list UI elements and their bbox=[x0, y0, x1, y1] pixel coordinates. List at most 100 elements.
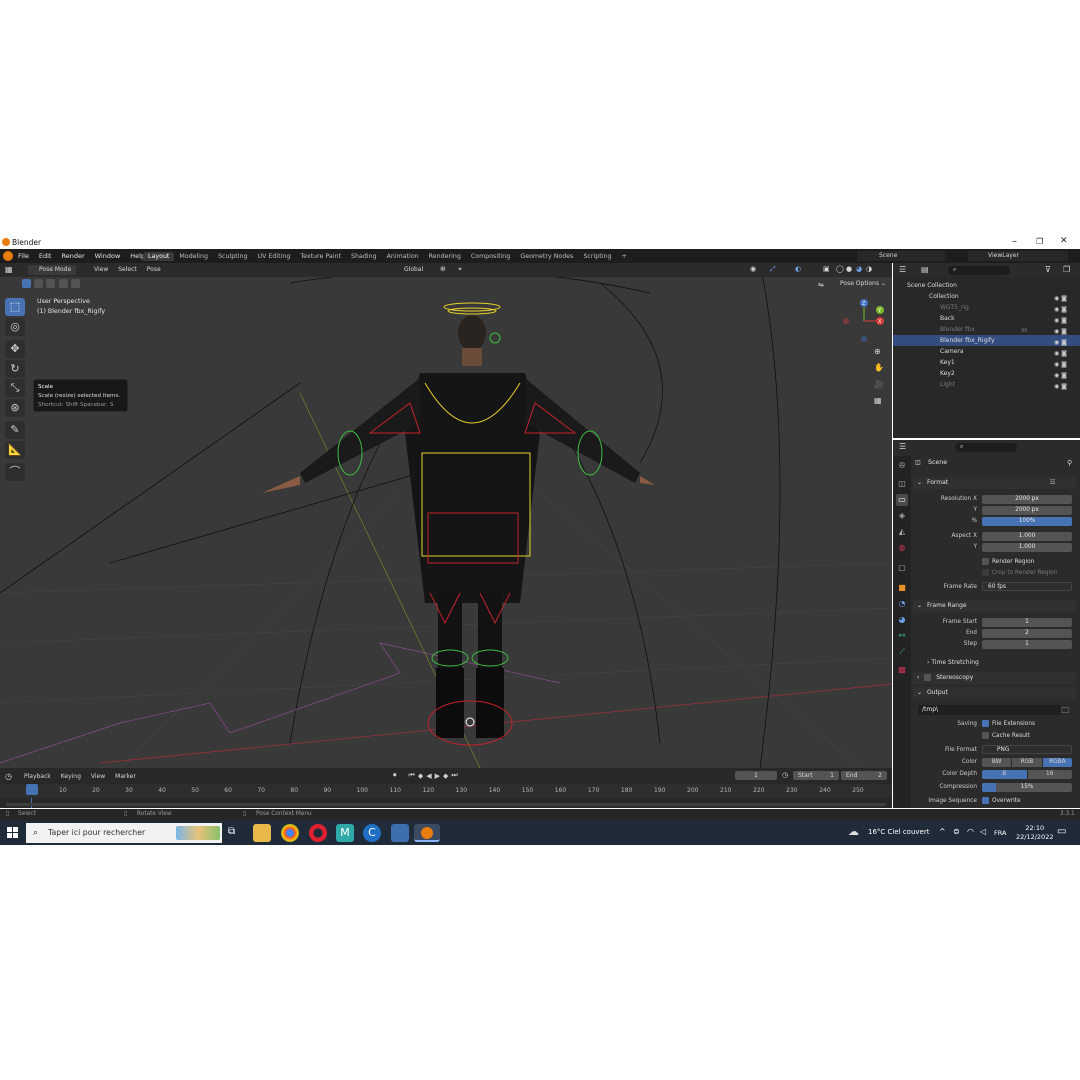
restore-icon[interactable]: ❐ bbox=[1036, 237, 1043, 246]
presets-icon[interactable]: ☷ bbox=[1050, 477, 1055, 489]
color-rgb-option[interactable]: RGB bbox=[1012, 758, 1042, 767]
opera-icon[interactable] bbox=[309, 824, 327, 842]
notifications-icon[interactable]: ▭ bbox=[1057, 826, 1066, 837]
pan-hand-icon[interactable]: ✋ bbox=[874, 363, 884, 372]
language-indicator[interactable]: FRA bbox=[994, 829, 1006, 837]
select-box-tool[interactable]: ⬚ bbox=[5, 298, 25, 316]
eye-icon[interactable]: ◉ ◙ bbox=[1054, 348, 1067, 359]
annotate-tool[interactable]: ✎ bbox=[5, 421, 25, 439]
tab-compositing[interactable]: Compositing bbox=[466, 252, 515, 261]
tab-rendering[interactable]: Rendering bbox=[424, 252, 466, 261]
play-reverse-icon[interactable]: ◀ bbox=[426, 772, 431, 780]
checkbox-icon[interactable] bbox=[924, 674, 932, 681]
data-tab-icon[interactable]: ⟋ bbox=[896, 646, 908, 658]
properties-editor-icon[interactable]: ☰ bbox=[899, 442, 906, 451]
menu-marker[interactable]: Marker bbox=[115, 773, 136, 780]
menu-render[interactable]: Render bbox=[61, 252, 84, 260]
snap-icon[interactable]: ⌖ bbox=[458, 265, 462, 274]
filter-icon[interactable]: ⊽ bbox=[1045, 265, 1051, 274]
current-frame-field[interactable]: 1 bbox=[735, 771, 777, 780]
outliner-item-key2[interactable]: Key2 bbox=[893, 368, 1080, 379]
eye-icon[interactable]: ◉ ◙ bbox=[1054, 370, 1067, 381]
menu-playback[interactable]: Playback bbox=[24, 773, 51, 780]
select-mode-extend-icon[interactable] bbox=[34, 279, 44, 288]
wireframe-shading-icon[interactable]: ◯ bbox=[836, 265, 844, 273]
tab-uv-editing[interactable]: UV Editing bbox=[252, 252, 295, 261]
timeline-editor-icon[interactable]: ◷ bbox=[5, 772, 12, 781]
chrome-icon[interactable] bbox=[281, 824, 299, 842]
frame-rate-dropdown[interactable]: 60 fps bbox=[982, 582, 1072, 591]
jump-start-icon[interactable]: ⏮ bbox=[409, 771, 415, 780]
weather-text[interactable]: 16°C Ciel couvert bbox=[868, 828, 929, 836]
modifier-tab-icon[interactable]: ◔ bbox=[896, 598, 908, 610]
overwrite-checkbox[interactable]: Overwrite bbox=[982, 797, 1021, 804]
tab-modeling[interactable]: Modeling bbox=[174, 252, 213, 261]
eye-icon[interactable]: ◉ ◙ bbox=[1054, 315, 1067, 326]
menu-keying[interactable]: Keying bbox=[61, 773, 81, 780]
mirror-icon[interactable]: ⇋ bbox=[818, 281, 824, 289]
close-icon[interactable]: ✕ bbox=[1060, 236, 1068, 246]
outliner-item-camera[interactable]: Camera bbox=[893, 346, 1080, 357]
collection-tab-icon[interactable]: ▢ bbox=[896, 562, 908, 574]
outliner-search-input[interactable]: ⌕ bbox=[948, 266, 1010, 275]
tab-animation[interactable]: Animation bbox=[382, 252, 424, 261]
eye-icon[interactable]: ◉ ◙ bbox=[1054, 293, 1067, 304]
solid-shading-icon[interactable]: ● bbox=[846, 265, 852, 273]
menu-edit[interactable]: Edit bbox=[39, 252, 52, 260]
network-icon[interactable]: ⊜ bbox=[953, 827, 960, 836]
transform-tool[interactable]: ⊛ bbox=[5, 399, 25, 417]
scale-tool[interactable]: ⤡ bbox=[5, 379, 25, 397]
resolution-y-field[interactable]: 2000 px bbox=[982, 506, 1072, 515]
file-explorer-icon[interactable] bbox=[253, 824, 271, 842]
file-extensions-checkbox[interactable]: File Extensions bbox=[982, 720, 1035, 727]
eye-icon[interactable]: ◉ ◙ bbox=[1054, 304, 1067, 315]
display-mode-icon[interactable]: ▤ bbox=[921, 265, 929, 274]
blender-menu-icon[interactable] bbox=[3, 251, 13, 261]
select-mode-subtract-icon[interactable] bbox=[46, 279, 56, 288]
crop-region-checkbox[interactable]: Crop to Render Region bbox=[982, 569, 1057, 576]
output-section-header[interactable]: ⌄ Output bbox=[913, 687, 1076, 699]
tab-shading[interactable]: Shading bbox=[346, 252, 382, 261]
texture-tab-icon[interactable]: ▩ bbox=[896, 664, 908, 676]
depth-16-option[interactable]: 16 bbox=[1027, 770, 1072, 779]
render-region-checkbox[interactable]: Render Region bbox=[982, 558, 1034, 565]
minimize-icon[interactable]: – bbox=[1012, 236, 1017, 247]
outliner-item-back[interactable]: Back bbox=[893, 313, 1080, 324]
folder-icon[interactable]: 🗀 bbox=[1061, 705, 1069, 719]
start-frame-field[interactable]: Start 1 bbox=[793, 771, 839, 780]
color-bw-option[interactable]: BW bbox=[982, 758, 1012, 767]
mode-dropdown[interactable]: Pose Mode bbox=[28, 265, 77, 275]
tab-geometry-nodes[interactable]: Geometry Nodes bbox=[515, 252, 578, 261]
c-app-icon[interactable]: C bbox=[363, 824, 381, 842]
measure-tool[interactable]: 📐 bbox=[5, 441, 25, 459]
jump-end-icon[interactable]: ⏭ bbox=[451, 771, 457, 780]
record-icon[interactable]: ⏺ bbox=[393, 771, 397, 780]
clock-icon[interactable]: ◷ bbox=[782, 771, 788, 779]
overlay-toggle-icon[interactable]: ◐ bbox=[795, 265, 801, 273]
orientation-dropdown[interactable]: Global bbox=[392, 265, 423, 275]
camera-view-icon[interactable]: 🎥 bbox=[874, 380, 884, 389]
windows-start-icon[interactable] bbox=[7, 827, 18, 838]
blender-taskbar-icon[interactable] bbox=[414, 824, 440, 842]
next-keyframe-icon[interactable]: ◆ bbox=[443, 772, 448, 780]
compression-slider[interactable]: 15% bbox=[982, 783, 1072, 792]
properties-search-input[interactable]: ⌕ bbox=[955, 443, 1017, 452]
timeline-ruler[interactable]: 1102030405060708090100110120130140150160… bbox=[0, 784, 892, 798]
pose-options-dropdown[interactable]: Pose Options ⌄ bbox=[840, 280, 886, 287]
aspect-x-field[interactable]: 1.000 bbox=[982, 532, 1072, 541]
menu-pose[interactable]: Pose bbox=[147, 266, 161, 273]
visibility-icon[interactable]: ◉ bbox=[750, 265, 756, 273]
volume-icon[interactable]: ◁ bbox=[980, 827, 986, 836]
viewlayer-selector[interactable]: ViewLayer bbox=[968, 251, 1068, 261]
eye-icon[interactable]: ◉ ◙ bbox=[1054, 359, 1067, 370]
3d-viewport[interactable]: Z X Y ▦ Pose Mode View Select Pose Globa… bbox=[0, 263, 892, 768]
zoom-icon[interactable]: ⊕ bbox=[874, 347, 881, 356]
cache-result-checkbox[interactable]: Cache Result bbox=[982, 732, 1030, 739]
tab-layout[interactable]: Layout bbox=[143, 252, 175, 261]
tab-scripting[interactable]: Scripting bbox=[578, 252, 616, 261]
depth-8-option[interactable]: 8 bbox=[982, 770, 1027, 779]
play-icon[interactable]: ▶ bbox=[435, 772, 440, 780]
frame-step-field[interactable]: 1 bbox=[982, 640, 1072, 649]
task-view-icon[interactable]: ⧉ bbox=[228, 826, 235, 837]
outliner-item-blender-fbx[interactable]: Blender fbx 99 bbox=[893, 324, 1080, 335]
